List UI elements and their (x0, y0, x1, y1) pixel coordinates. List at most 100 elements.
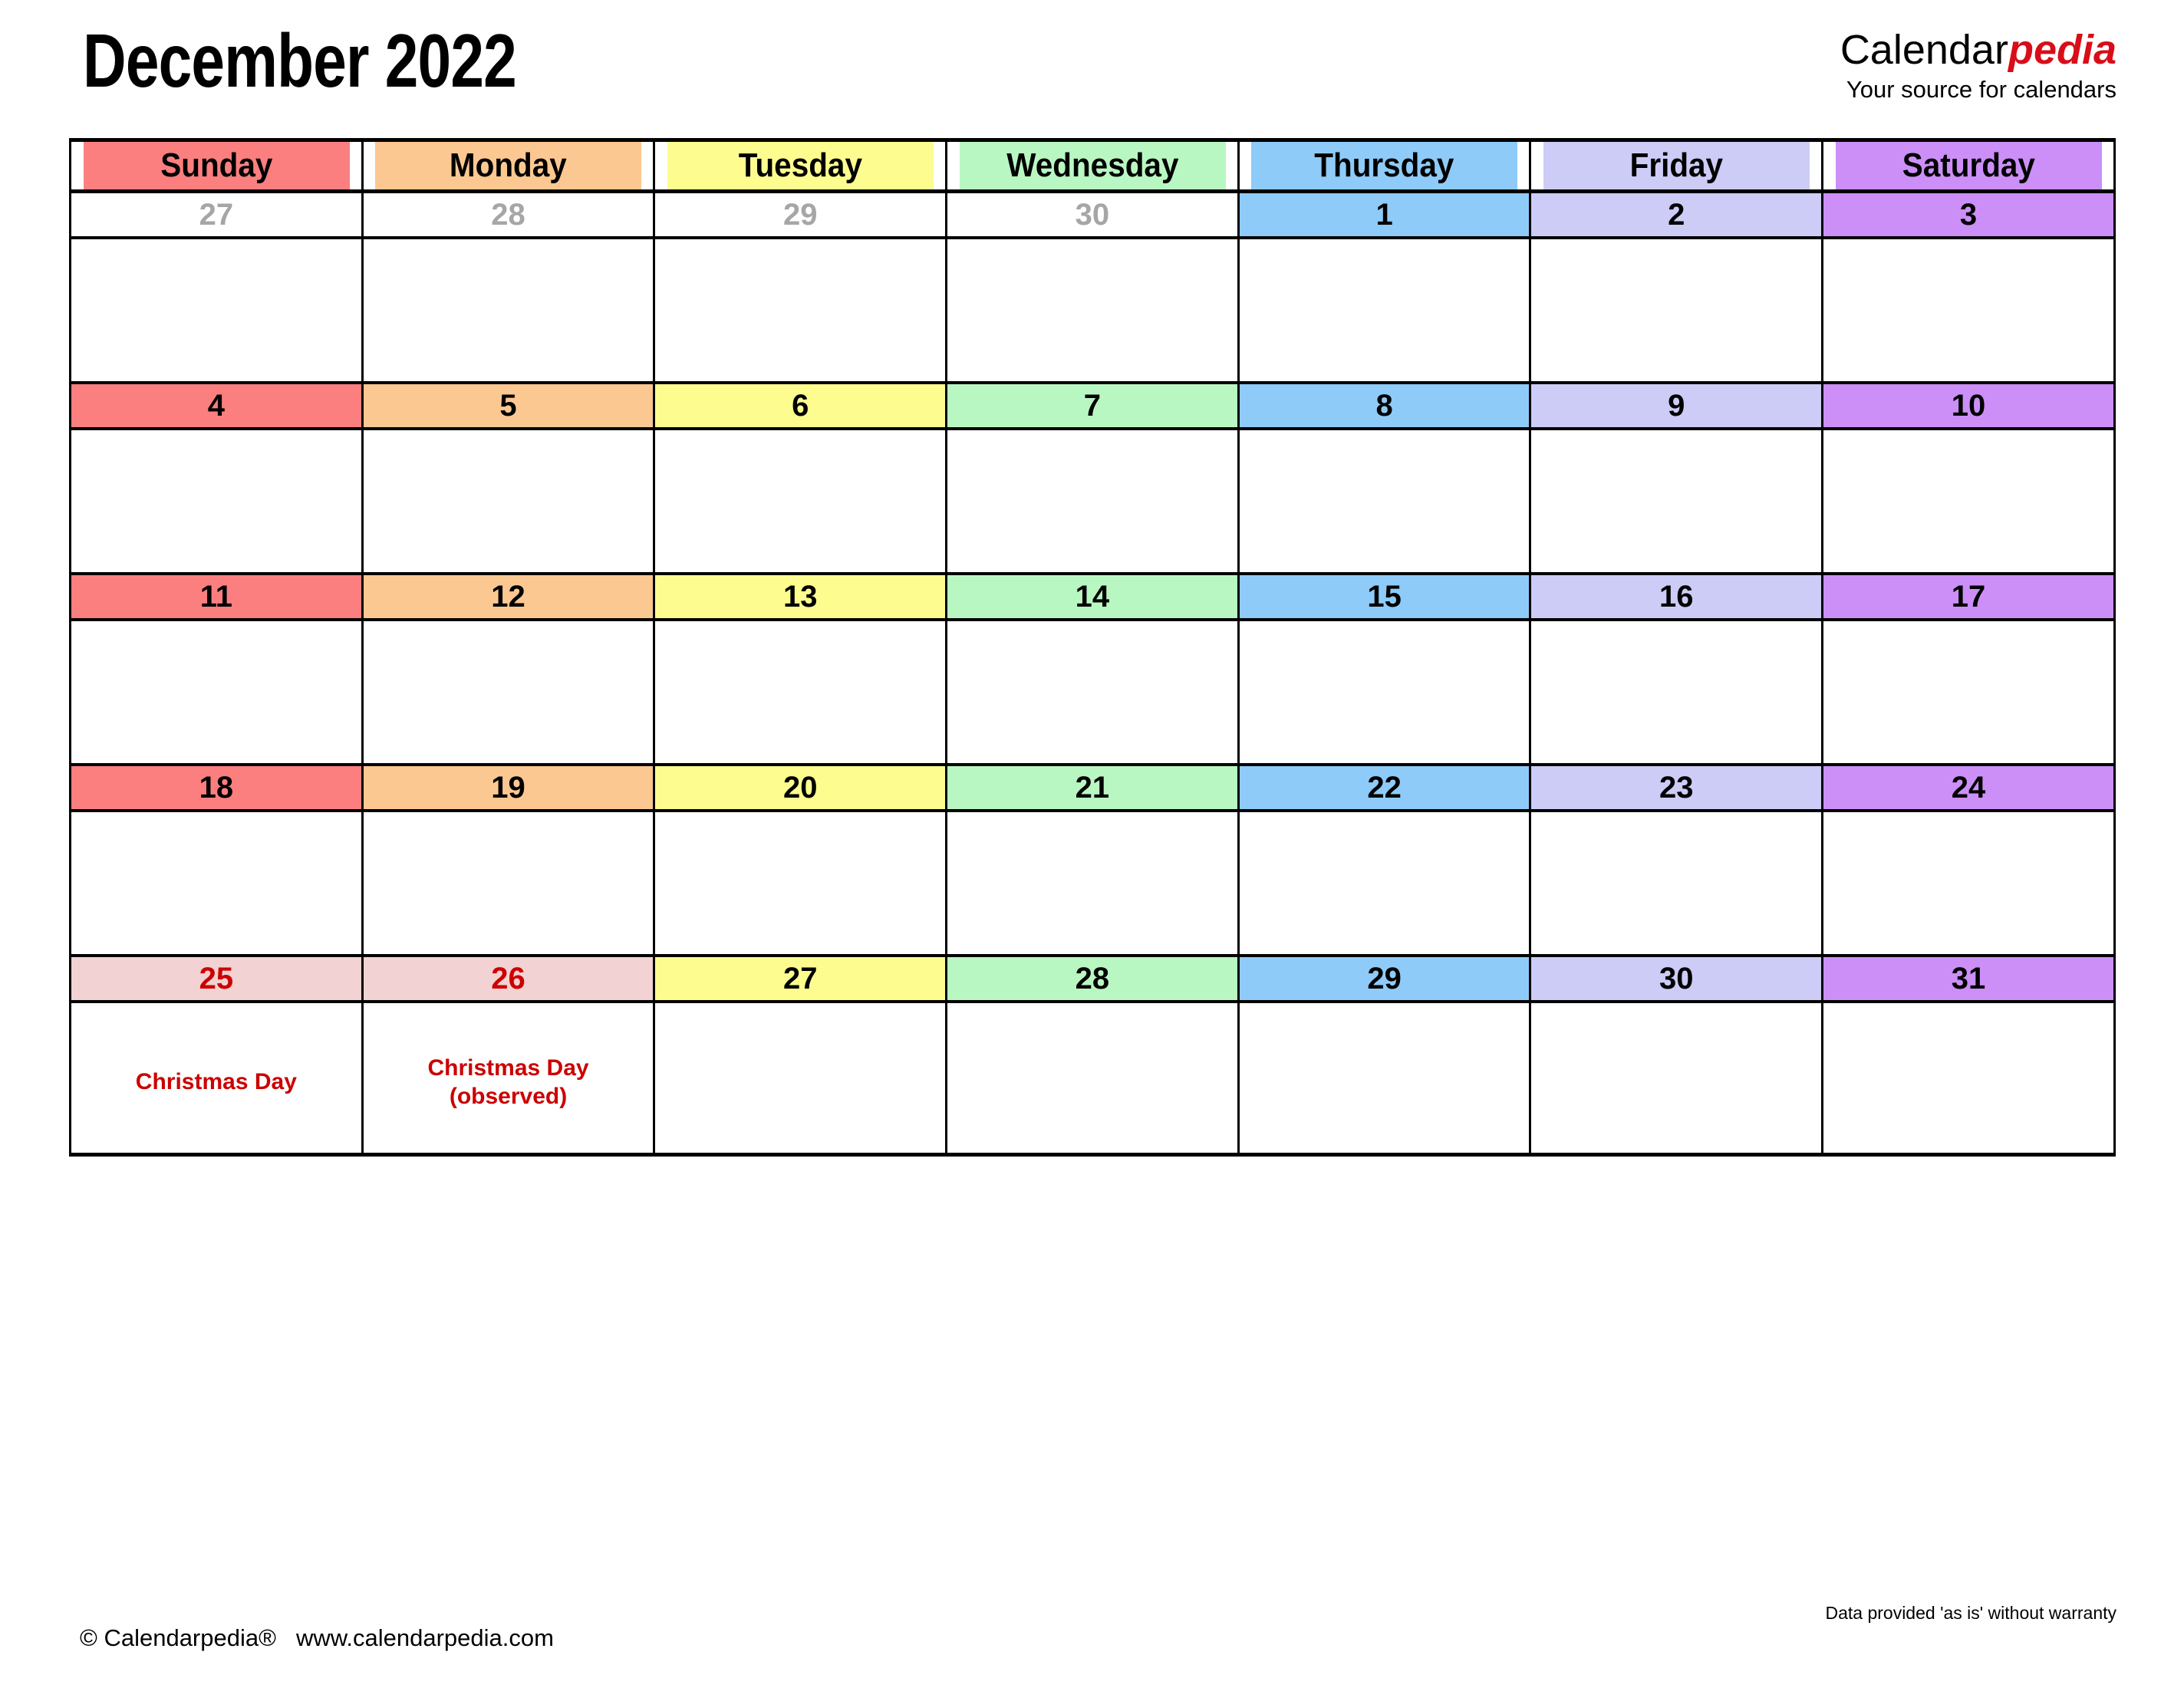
day-content-cell[interactable] (361, 429, 656, 574)
day-number: 29 (782, 197, 818, 232)
day-content-cell[interactable] (653, 429, 948, 574)
day-content-cell[interactable] (653, 1002, 948, 1157)
day-number-cell[interactable]: 12 (361, 572, 656, 621)
day-content-row (69, 620, 2116, 765)
day-number-cell[interactable]: 10 (1821, 381, 2116, 430)
day-number-cell[interactable]: 27 (653, 954, 948, 1003)
day-number: 12 (491, 579, 525, 614)
day-content-cell[interactable] (945, 620, 1240, 765)
weekday-header-label: Monday (450, 146, 567, 184)
weekday-header-wednesday: Wednesday (957, 138, 1228, 193)
day-content-cell[interactable] (945, 429, 1240, 574)
day-content-cell[interactable] (361, 811, 656, 956)
day-number-cell[interactable]: 16 (1529, 572, 1824, 621)
weekday-header-saturday: Saturday (1833, 138, 2104, 193)
day-number-cell[interactable]: 17 (1821, 572, 2116, 621)
weekday-header-row: Sunday Monday Tuesday Wednesday Thursday Frid… (71, 138, 2115, 193)
day-content-cell[interactable] (69, 238, 364, 383)
day-number-cell[interactable]: 30 (1529, 954, 1824, 1003)
day-content-cell[interactable] (945, 238, 1240, 383)
date-band-row: 4 5 6 7 8 9 10 (69, 381, 2116, 430)
day-number-cell[interactable]: 19 (361, 763, 656, 812)
day-content-cell[interactable]: Christmas Day (69, 1002, 364, 1157)
day-number-cell[interactable]: 28 (945, 954, 1240, 1003)
day-number-cell[interactable]: 3 (1821, 189, 2116, 239)
day-content-cell[interactable] (1821, 429, 2116, 574)
day-number-cell[interactable]: 7 (945, 381, 1240, 430)
day-content-cell[interactable] (1821, 620, 2116, 765)
day-number-cell[interactable]: 2 (1529, 189, 1824, 239)
day-content-row: Christmas Day Christmas Day (observed) (69, 1002, 2116, 1157)
day-content-cell[interactable] (653, 811, 948, 956)
day-content-cell[interactable] (1529, 811, 1824, 956)
brand-wordmark: Calendarpedia (1840, 29, 2116, 71)
day-content-cell[interactable] (361, 238, 656, 383)
day-number-cell[interactable]: 18 (69, 763, 364, 812)
day-number: 21 (1075, 770, 1110, 805)
day-number-cell[interactable]: 26 (361, 954, 656, 1003)
footer-disclaimer: Data provided 'as is' without warranty (1825, 1603, 2116, 1623)
page-header: December 2022 Calendarpedia Your source … (0, 0, 2184, 138)
day-number: 9 (1668, 388, 1685, 423)
date-band-row: 25 26 27 28 29 30 31 (69, 954, 2116, 1003)
day-number-cell[interactable]: 11 (69, 572, 364, 621)
day-content-cell[interactable] (653, 620, 948, 765)
day-number-cell[interactable]: 28 (361, 189, 656, 239)
day-content-cell[interactable] (69, 811, 364, 956)
day-number-cell[interactable]: 9 (1529, 381, 1824, 430)
day-number-cell[interactable]: 14 (945, 572, 1240, 621)
day-number: 27 (782, 961, 818, 995)
day-number-cell[interactable]: 1 (1237, 189, 1532, 239)
footer-website-link[interactable]: www.calendarpedia.com (296, 1624, 554, 1651)
day-content-cell[interactable] (1529, 620, 1824, 765)
day-content-cell[interactable] (1237, 620, 1532, 765)
day-content-cell[interactable] (1237, 1002, 1532, 1157)
day-content-cell[interactable]: Christmas Day (observed) (361, 1002, 656, 1157)
day-content-cell[interactable] (653, 238, 948, 383)
page-title: December 2022 (83, 18, 517, 103)
day-number-cell[interactable]: 6 (653, 381, 948, 430)
day-number: 27 (199, 197, 234, 232)
day-content-cell[interactable] (69, 620, 364, 765)
day-content-cell[interactable] (69, 429, 364, 574)
day-content-cell[interactable] (1821, 238, 2116, 383)
day-content-cell[interactable] (1237, 429, 1532, 574)
calendar-grid: Sunday Monday Tuesday Wednesday Thursday Frid… (69, 138, 2116, 1157)
day-content-cell[interactable] (1529, 1002, 1824, 1157)
day-content-cell[interactable] (1237, 811, 1532, 956)
day-number-cell[interactable]: 27 (69, 189, 364, 239)
day-number-cell[interactable]: 30 (945, 189, 1240, 239)
day-content-cell[interactable] (945, 1002, 1240, 1157)
date-band-row: 11 12 13 14 15 16 17 (69, 572, 2116, 621)
day-number-cell[interactable]: 31 (1821, 954, 2116, 1003)
day-number-cell[interactable]: 5 (361, 381, 656, 430)
brand-word-calendar: Calendar (1840, 27, 2008, 73)
day-content-cell[interactable] (945, 811, 1240, 956)
day-number-cell[interactable]: 13 (653, 572, 948, 621)
day-content-cell[interactable] (361, 620, 656, 765)
day-content-row (69, 811, 2116, 956)
page-footer: © Calendarpedia® www.calendarpedia.com Da… (0, 1603, 2184, 1666)
day-content-cell[interactable] (1821, 1002, 2116, 1157)
day-content-cell[interactable] (1237, 238, 1532, 383)
day-number-cell[interactable]: 20 (653, 763, 948, 812)
day-number-cell[interactable]: 29 (653, 189, 948, 239)
day-content-cell[interactable] (1821, 811, 2116, 956)
footer-copyright: © Calendarpedia® (80, 1624, 276, 1651)
day-number-cell[interactable]: 8 (1237, 381, 1532, 430)
day-number: 6 (792, 388, 809, 423)
day-number: 4 (207, 388, 225, 423)
day-number-cell[interactable]: 29 (1237, 954, 1532, 1003)
day-number-cell[interactable]: 15 (1237, 572, 1532, 621)
day-number-cell[interactable]: 4 (69, 381, 364, 430)
day-number-cell[interactable]: 24 (1821, 763, 2116, 812)
day-number-cell[interactable]: 22 (1237, 763, 1532, 812)
calendarpedia-logo: Calendarpedia Your source for calendars (1840, 29, 2116, 101)
day-number-cell[interactable]: 25 (69, 954, 364, 1003)
day-number-cell[interactable]: 21 (945, 763, 1240, 812)
day-number: 1 (1375, 197, 1393, 232)
day-content-cell[interactable] (1529, 429, 1824, 574)
day-content-cell[interactable] (1529, 238, 1824, 383)
day-number-cell[interactable]: 23 (1529, 763, 1824, 812)
day-number: 23 (1659, 770, 1694, 805)
